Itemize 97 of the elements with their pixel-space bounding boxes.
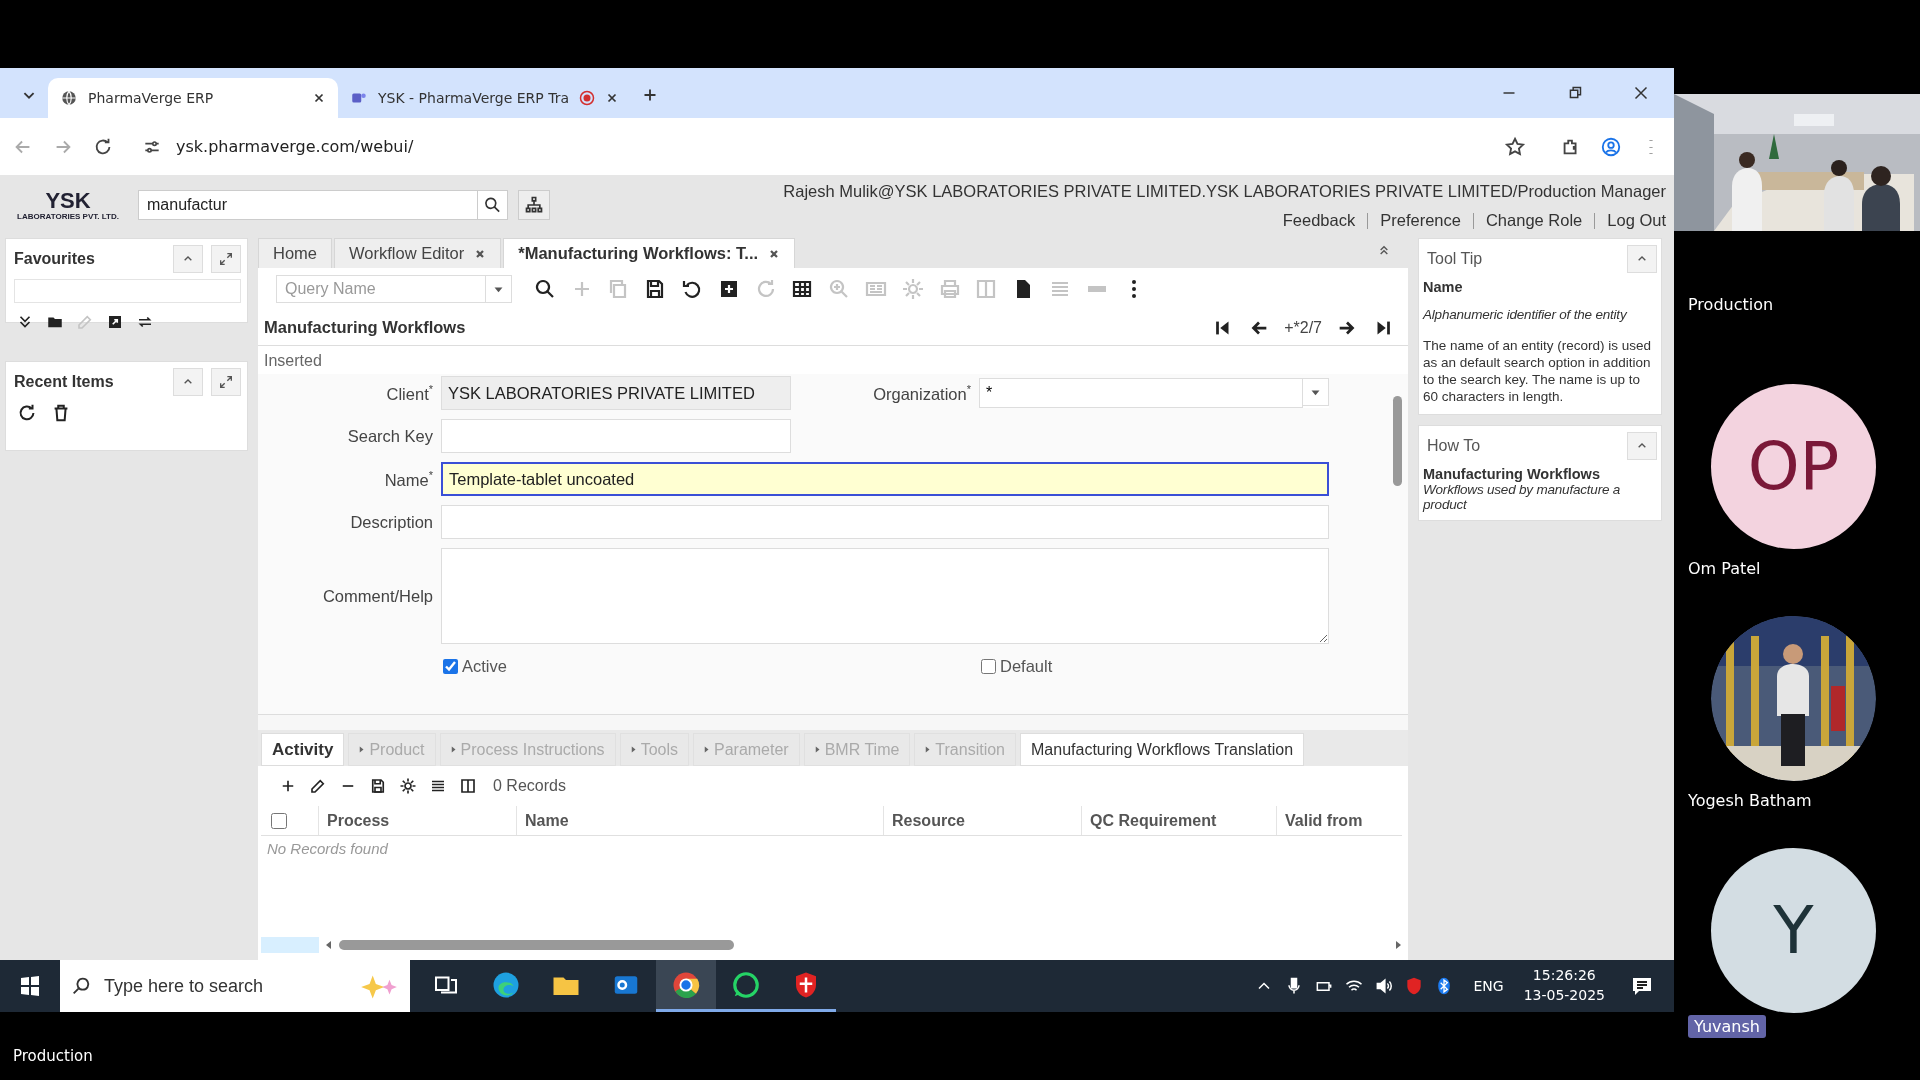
client-field[interactable]: YSK LABORATORIES PRIVATE LIMITED [441,376,791,410]
help-summary: Alphanumeric identifier of the entity [1423,307,1628,322]
window-title: Manufacturing Workflows [264,318,466,337]
header-link[interactable]: Change Role [1473,211,1595,230]
field-label: Comment/Help [321,586,433,606]
default-checkbox[interactable] [981,659,996,674]
search-icon [70,975,92,997]
star-icon[interactable] [1504,135,1526,158]
settings-icon[interactable] [399,777,417,795]
scroll-right-icon[interactable] [1394,940,1402,950]
panel-title: Favourites [14,250,96,268]
search-icon[interactable] [478,190,508,220]
help-text: Workflows used by manufacture a product [1423,481,1622,512]
checkbox-label: Default [1000,657,1053,676]
search-field[interactable]: manufactur [138,190,478,220]
dropdown-icon[interactable] [486,275,512,303]
window-tab[interactable]: Workflow Editor [334,238,502,268]
sitemap-button[interactable] [518,190,550,220]
detail-tab[interactable]: Manufacturing Workflows Translation [1020,733,1305,766]
help-heading: Name [1423,279,1464,295]
column-header[interactable]: QC Requirement [1081,806,1276,835]
whatsapp-app-icon [731,969,761,1000]
scroll-left-icon[interactable] [325,940,333,950]
panel-title: How To [1426,436,1481,455]
expand-icon [218,374,234,390]
header-link[interactable]: Feedback [1270,211,1368,230]
user-info: Rajesh Mulik@YSK LABORATORIES PRIVATE LIMITED.YSK LABORATORIES PRIVATE LIMITED/Production Manager [783,182,1666,201]
avatar-initials: OP [1747,428,1840,505]
browser-tab[interactable]: PharmaVerge ERP [48,78,338,118]
record-count: 0 Records [493,777,566,795]
column-header[interactable]: Resource [883,806,1081,835]
field-label: Search Key [346,426,433,446]
field-label: Organization$^{*}$ [872,382,971,404]
triangle-icon [359,745,366,754]
columns-icon[interactable] [459,777,477,795]
detail-tab[interactable]: Activity [261,733,345,766]
help-text: The name of an entity (record) is used as an default search option in addition to the search key. The name is up to 60 characters in length. [1423,338,1653,406]
participant-name: Production [13,1047,93,1065]
header-link[interactable]: Preference [1368,211,1473,230]
window-tab[interactable]: Home [258,238,332,268]
triangle-icon [630,745,637,754]
profile-icon[interactable] [1600,135,1622,158]
field-label: Name$^{*}$ [383,468,433,490]
active-checkbox[interactable] [443,659,458,674]
panel-title: Tool Tip [1426,250,1483,268]
triangle-icon [925,745,932,754]
browser-tab[interactable]: YSK - PharmaVerge ERP Tra [338,78,632,118]
panel-title: Recent Items [14,373,115,391]
description-field[interactable] [441,505,1329,539]
dropdown-icon[interactable] [1303,378,1329,406]
triangle-icon [450,745,457,754]
field-label: Client$^{*}$ [385,382,433,404]
clock[interactable]: 15:26:26 13-05-2025 [1523,966,1605,1006]
start-icon[interactable] [18,974,42,998]
record-status: Inserted [263,351,323,371]
taskbar-search-box[interactable]: Type here to search [60,960,410,1012]
language-indicator[interactable]: ENG [1473,978,1504,994]
help-heading: Manufacturing Workflows [1423,465,1601,482]
expand-icon [218,251,234,267]
name-field[interactable]: Template-tablet uncoated [441,462,1329,496]
record-counter: +*2/7 [1284,318,1322,337]
share-icon[interactable] [106,313,124,331]
taskbar-button[interactable] [656,960,716,1012]
avatar-initials: Y [1773,892,1814,969]
participant-name: Om Patel [1688,558,1761,580]
participant-name: Production [1688,295,1774,314]
select-all-checkbox[interactable] [271,812,287,829]
participant-name: Yogesh Batham [1688,790,1812,812]
column-header[interactable]: Name [516,806,883,835]
company-logo: YSK LABORATORIES PVT. LTD. [16,189,120,221]
sitemap-icon [523,195,545,215]
search-key-field[interactable] [441,419,791,453]
query-field[interactable]: Query Name [276,275,486,303]
close-icon[interactable] [474,247,487,260]
header-link[interactable]: Log Out [1595,211,1666,230]
empty-message: No Records found [266,839,389,859]
scrollbar-corner [261,937,319,953]
save-icon[interactable] [369,777,387,795]
globe-icon [60,89,78,107]
maximize-button[interactable] [211,368,241,396]
field-label: Description [349,512,433,532]
comment-field[interactable] [441,548,1329,644]
close-icon[interactable] [312,91,326,105]
checkbox-label: Active [462,657,507,676]
favourites-field[interactable] [14,279,241,303]
triangle-icon [704,745,710,754]
column-header[interactable]: Process [318,806,516,835]
maximize-button[interactable] [211,245,241,273]
close-icon[interactable] [768,247,781,260]
volume-icon[interactable] [1374,976,1395,996]
triangle-icon [814,745,821,754]
window-tab[interactable]: *Manufacturing Workflows: T... [503,238,796,268]
splitter-handle[interactable] [258,714,1408,730]
column-header[interactable]: Valid from [1276,806,1401,835]
edit-icon[interactable] [309,777,327,795]
participant-name-badge: Yuvansh [1688,1015,1766,1038]
organization-field[interactable]: * [979,378,1303,408]
